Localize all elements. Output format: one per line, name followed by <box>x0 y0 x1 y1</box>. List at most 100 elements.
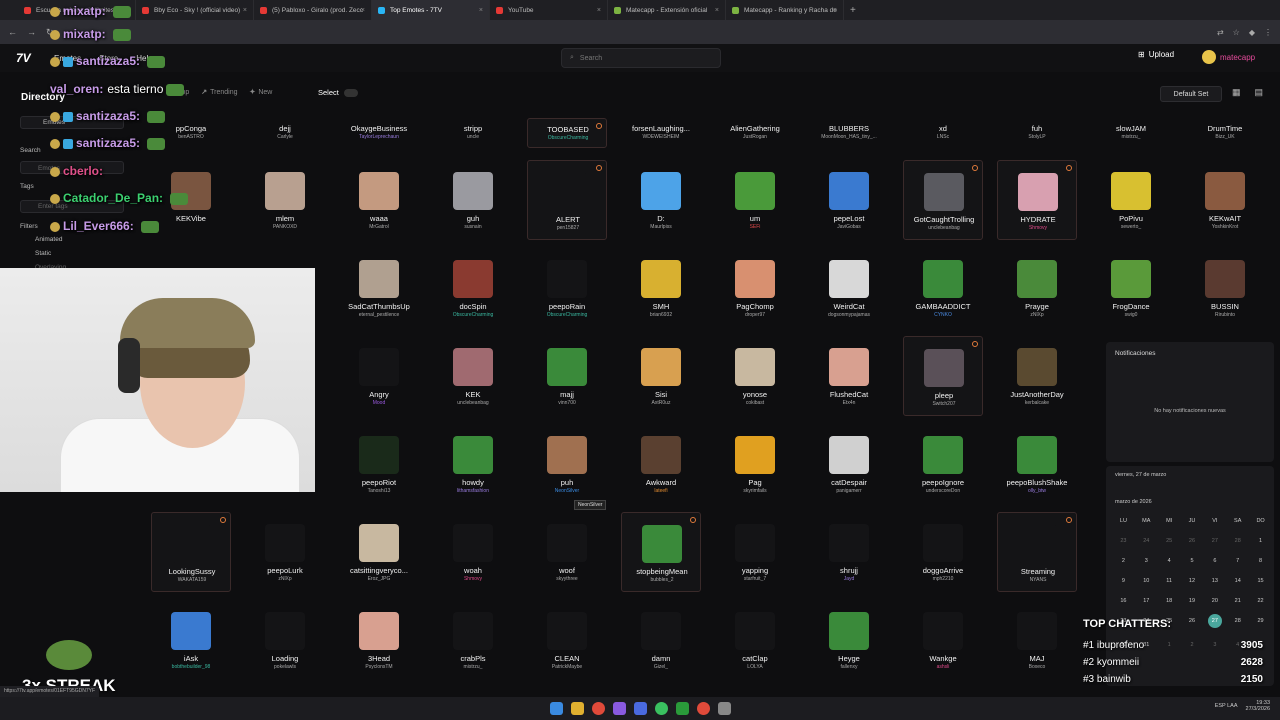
emote-card[interactable]: xd LNSc <box>903 118 983 148</box>
excel-icon[interactable] <box>675 702 689 715</box>
calendar-day[interactable]: 1 <box>1249 538 1272 544</box>
emote-card[interactable]: SadCatThumbsUp eternal_pestilence <box>339 248 419 328</box>
emote-card[interactable]: catDespair panigamerr <box>809 424 889 504</box>
emote-card[interactable]: fuh StolyLP <box>997 118 1077 148</box>
discord-icon[interactable] <box>612 702 626 715</box>
extension-icon[interactable]: ◆ <box>1249 28 1255 37</box>
obs-icon[interactable] <box>696 702 710 715</box>
calendar-day[interactable]: 22 <box>1249 598 1272 604</box>
calendar-day[interactable]: 6 <box>1203 558 1226 564</box>
calendar-day[interactable]: 7 <box>1226 558 1249 564</box>
calendar-day[interactable]: 27 <box>1203 538 1226 544</box>
emote-card[interactable]: peepoRain ObscureCharming <box>527 248 607 328</box>
list-view-icon[interactable]: ▤ <box>1255 87 1264 98</box>
menu-icon[interactable]: ⋮ <box>1264 28 1272 37</box>
emote-card[interactable]: Heyge fallenxy <box>809 600 889 680</box>
select-toggle[interactable]: Select <box>318 88 358 97</box>
clock[interactable]: 19:33 27/3/2026 <box>1246 700 1270 712</box>
emote-card[interactable]: forsenLaughing... WDEWEISHEIM <box>621 118 701 148</box>
calendar-day[interactable]: 28 <box>1226 618 1249 628</box>
emote-card[interactable]: yapping starfruit_7 <box>715 512 795 592</box>
emote-card[interactable]: peepoBlushShake olly_btw <box>997 424 1077 504</box>
calendar-day[interactable]: 5 <box>1181 558 1204 564</box>
calendar-day[interactable]: 24 <box>1135 538 1158 544</box>
emote-card[interactable]: JustAnotherDay kerbalcake <box>997 336 1077 416</box>
calendar-day[interactable]: 11 <box>1158 578 1181 584</box>
emote-card[interactable]: Angry Mood <box>339 336 419 416</box>
calendar-day[interactable]: 9 <box>1112 578 1135 584</box>
emote-card[interactable]: TOOBASED ObscureCharming <box>527 118 607 148</box>
browser-tab[interactable]: Top Emotes - 7TV × <box>372 0 490 20</box>
tab-close-icon[interactable]: × <box>243 7 247 14</box>
emote-card[interactable]: crabPls mistrzu_ <box>433 600 513 680</box>
emote-card[interactable]: stopbeingMean bubbles_2 <box>621 512 701 592</box>
calendar-day[interactable]: 29 <box>1249 618 1272 628</box>
emote-card[interactable]: Loading pokelawls <box>245 600 325 680</box>
emote-card[interactable]: waaa MrGatrol <box>339 160 419 240</box>
tab-close-icon[interactable]: × <box>715 7 719 14</box>
emote-card[interactable]: Prayge zNlXp <box>997 248 1077 328</box>
emote-card[interactable]: 3Head PsyclonsTM <box>339 600 419 680</box>
calendar-day[interactable]: 15 <box>1249 578 1272 584</box>
emote-card[interactable]: peepoRiot Tanoshi13 <box>339 424 419 504</box>
emote-card[interactable]: pepeLost JaviGobas <box>809 160 889 240</box>
language-indicator[interactable]: ESP LAA <box>1215 703 1238 709</box>
settings-icon[interactable] <box>717 702 731 715</box>
calendar-day[interactable]: 19 <box>1181 598 1204 604</box>
emote-card[interactable]: FlushedCat Etx4n <box>809 336 889 416</box>
emote-card[interactable]: MAJ Boxeco <box>997 600 1077 680</box>
calendar-day[interactable]: 18 <box>1158 598 1181 604</box>
emote-card[interactable]: KEK unclebeanbag <box>433 336 513 416</box>
site-search-input[interactable]: ⌕ Search <box>561 48 721 68</box>
emote-card[interactable]: SMH brian6932 <box>621 248 701 328</box>
emote-card[interactable]: dejj Carlyle <box>245 118 325 148</box>
emote-card[interactable]: peepoIgnore underscoreDon <box>903 424 983 504</box>
filter-static[interactable]: Static <box>35 250 51 257</box>
emote-card[interactable]: KEKwAIT YoshkinKrot <box>1185 160 1265 240</box>
tab-trending[interactable]: ↗ Trending <box>201 88 237 97</box>
emote-card[interactable]: PagChomp droper97 <box>715 248 795 328</box>
tab-close-icon[interactable]: × <box>479 7 483 14</box>
calendar-day[interactable]: 26 <box>1181 618 1204 628</box>
forward-icon[interactable]: → <box>27 27 36 37</box>
emote-card[interactable]: D: Maurlpiss <box>621 160 701 240</box>
emote-card[interactable]: peepoLurk zNlXp <box>245 512 325 592</box>
emote-card[interactable]: shrujj Jayd <box>809 512 889 592</box>
emote-card[interactable]: GotCaughtTrolling unclebeanbag <box>903 160 983 240</box>
emote-card[interactable]: woah Shmovy <box>433 512 513 592</box>
emote-card[interactable]: Pag skyrimfails <box>715 424 795 504</box>
calendar-day[interactable]: 26 <box>1181 538 1204 544</box>
emote-card[interactable]: pleep Switch207 <box>903 336 983 416</box>
calendar-day[interactable]: 3 <box>1135 558 1158 564</box>
emote-card[interactable]: docSpin ObscureCharming <box>433 248 513 328</box>
emote-card[interactable]: DrumTime Bizz_UK <box>1185 118 1265 148</box>
calendar-day[interactable]: 25 <box>1158 538 1181 544</box>
calendar-month[interactable]: marzo de 2026 <box>1115 499 1152 505</box>
emote-card[interactable]: Sisi AxtR0uz <box>621 336 701 416</box>
filter-animated[interactable]: Animated <box>35 236 62 243</box>
calendar-day[interactable]: 12 <box>1181 578 1204 584</box>
calendar-day[interactable]: 13 <box>1203 578 1226 584</box>
emote-card[interactable]: howdy lithamsfashion <box>433 424 513 504</box>
user-menu[interactable]: matecapp <box>1202 50 1255 64</box>
emote-card[interactable]: Streaming NYANS <box>997 512 1077 592</box>
calendar-day[interactable]: 17 <box>1135 598 1158 604</box>
7tv-logo[interactable]: 7V <box>16 51 31 65</box>
browser-tab[interactable]: Matecapp - Ranking y Racha de × <box>726 0 844 20</box>
windows-start-icon[interactable] <box>549 702 563 715</box>
browser-tab[interactable]: Bby Eco - Sky ! (official video) × <box>136 0 254 20</box>
calendar-day[interactable]: 14 <box>1226 578 1249 584</box>
emote-card[interactable]: PoPivu sewerto_ <box>1091 160 1171 240</box>
emote-card[interactable]: BLUBBERS MoonMoon_HAS_tiny_... <box>809 118 889 148</box>
emote-card[interactable]: guh susnain <box>433 160 513 240</box>
emote-card[interactable]: catsittingveryco... Eroz_JPG <box>339 512 419 592</box>
browser-tab[interactable]: (5) Pabloxo - Giralo (prod. Zecc × <box>254 0 372 20</box>
emote-card[interactable]: BUSSIN Rirubinto <box>1185 248 1265 328</box>
calendar-day[interactable]: 20 <box>1203 598 1226 604</box>
tab-close-icon[interactable]: × <box>597 7 601 14</box>
back-icon[interactable]: ← <box>8 27 17 37</box>
file-explorer-icon[interactable] <box>570 702 584 715</box>
emote-card[interactable]: FrogDance swig0 <box>1091 248 1171 328</box>
emote-card[interactable]: LookingSussy WAKATA159 <box>151 512 231 592</box>
emote-card[interactable]: slowJAM mistrzu_ <box>1091 118 1171 148</box>
